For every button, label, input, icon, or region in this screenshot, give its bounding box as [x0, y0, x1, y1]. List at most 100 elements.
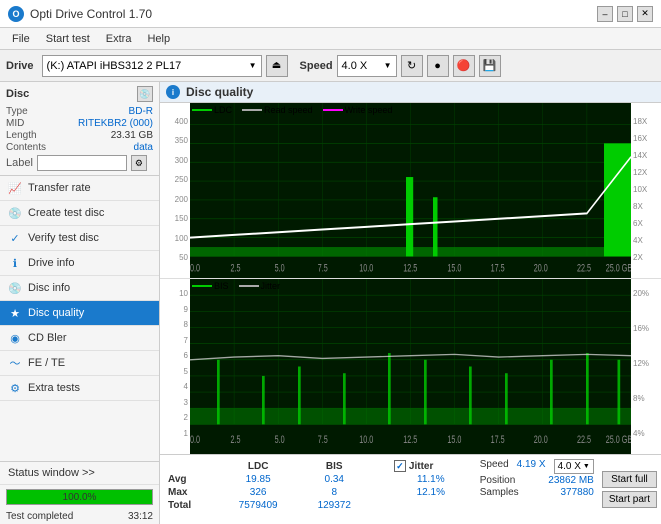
menu-start-test[interactable]: Start test [38, 31, 98, 47]
legend-jitter: Jitter [239, 281, 281, 291]
legend-write-speed: Write speed [323, 105, 393, 115]
disc-mid-label: MID [6, 118, 24, 129]
col-ldc-header: LDC [218, 459, 299, 473]
total-label: Total [164, 499, 218, 512]
y-label-6: 6 [160, 351, 188, 360]
sidebar-item-drive-info[interactable]: ℹ Drive info [0, 251, 159, 276]
y-label-5: 5 [160, 367, 188, 376]
speed-setting-value: 4.0 X [558, 461, 581, 472]
speed-label: Speed [300, 60, 333, 72]
y-label-300: 300 [160, 156, 188, 165]
svg-text:12.5: 12.5 [403, 434, 417, 446]
sidebar-item-disc-quality[interactable]: ★ Disc quality [0, 301, 159, 326]
avg-ldc: 19.85 [218, 473, 299, 486]
y-label-100: 100 [160, 234, 188, 243]
samples-value: 377880 [560, 487, 593, 498]
y-label-200: 200 [160, 195, 188, 204]
legend-bis: BIS [192, 281, 229, 291]
create-test-disc-icon: 💿 [8, 206, 22, 220]
sidebar-item-cd-bler[interactable]: ◉ CD Bler [0, 326, 159, 351]
legend-ldc-color [192, 109, 212, 111]
sidebar: Disc 💿 Type BD-R MID RITEKBR2 (000) Leng… [0, 82, 160, 524]
refresh-button[interactable]: ↻ [401, 55, 423, 77]
legend-read-speed-label: Read speed [264, 105, 313, 115]
start-part-button[interactable]: Start part [602, 491, 657, 508]
y-label-4x: 4X [633, 236, 661, 245]
maximize-button[interactable]: □ [617, 6, 633, 22]
svg-text:5.0: 5.0 [275, 434, 285, 446]
svg-text:25.0 GB: 25.0 GB [606, 262, 631, 274]
drive-toolbar: Drive (K:) ATAPI iHBS312 2 PL17 ▼ ⏏ Spee… [0, 50, 661, 82]
toolbar-btn-3[interactable]: 🔴 [453, 55, 475, 77]
sidebar-item-disc-info[interactable]: 💿 Disc info [0, 276, 159, 301]
minimize-button[interactable]: – [597, 6, 613, 22]
close-button[interactable]: ✕ [637, 6, 653, 22]
progress-bar-container: 100.0% [6, 489, 153, 505]
stats-max-row: Max 326 8 12.1% [164, 486, 472, 499]
start-full-button[interactable]: Start full [602, 471, 657, 488]
menu-bar: File Start test Extra Help [0, 28, 661, 50]
drive-select-arrow-icon: ▼ [249, 61, 257, 70]
status-time: 33:12 [128, 511, 153, 522]
drive-select[interactable]: (K:) ATAPI iHBS312 2 PL17 ▼ [42, 55, 262, 77]
max-ldc: 326 [218, 486, 299, 499]
y-label-2: 2 [160, 413, 188, 422]
extra-tests-icon: ⚙ [8, 381, 22, 395]
save-button[interactable]: 💾 [479, 55, 501, 77]
svg-text:0.0: 0.0 [190, 434, 200, 446]
y-label-10x: 10X [633, 185, 661, 194]
bis-chart-svg: 0.0 2.5 5.0 7.5 10.0 12.5 15.0 17.5 20.0… [190, 279, 631, 454]
cd-bler-icon: ◉ [8, 331, 22, 345]
progress-text: 100.0% [7, 490, 152, 506]
top-chart-legend: LDC Read speed Write speed [192, 105, 392, 115]
menu-file[interactable]: File [4, 31, 38, 47]
svg-text:20.0: 20.0 [534, 434, 548, 446]
chart-header-icon: i [166, 85, 180, 99]
speed-select[interactable]: 4.0 X ▼ [337, 55, 397, 77]
speed-info-speed-value: 4.19 X [517, 459, 546, 474]
disc-section-label: Disc [6, 88, 29, 100]
total-bis: 129372 [299, 499, 370, 512]
y-label-12pct: 12% [633, 359, 661, 368]
legend-ldc-label: LDC [214, 105, 232, 115]
sidebar-item-transfer-rate[interactable]: 📈 Transfer rate [0, 176, 159, 201]
jitter-checkbox[interactable]: ✓ [394, 460, 406, 472]
app-icon: O [8, 6, 24, 22]
speed-setting-select[interactable]: 4.0 X ▼ [554, 459, 594, 474]
speed-info: Speed 4.19 X 4.0 X ▼ Position 23862 MB S… [476, 455, 598, 524]
sidebar-item-create-test-disc[interactable]: 💿 Create test disc [0, 201, 159, 226]
legend-read-speed: Read speed [242, 105, 313, 115]
svg-text:5.0: 5.0 [275, 262, 285, 274]
jitter-checkbox-row: ✓ Jitter [394, 460, 468, 472]
status-window-button[interactable]: Status window >> [0, 462, 159, 485]
disc-icon-button[interactable]: 💿 [137, 86, 153, 102]
y-label-10: 10 [160, 289, 188, 298]
disc-panel: Disc 💿 Type BD-R MID RITEKBR2 (000) Leng… [0, 82, 159, 176]
completed-label: Test completed [6, 511, 73, 522]
y-label-14x: 14X [633, 151, 661, 160]
svg-text:2.5: 2.5 [231, 434, 241, 446]
disc-info-icon: 💿 [8, 281, 22, 295]
toolbar-btn-2[interactable]: ● [427, 55, 449, 77]
y-label-8pct: 8% [633, 394, 661, 403]
y-label-16pct: 16% [633, 324, 661, 333]
sidebar-item-fe-te[interactable]: 〜 FE / TE [0, 351, 159, 376]
eject-button[interactable]: ⏏ [266, 55, 288, 77]
transfer-rate-icon: 📈 [8, 181, 22, 195]
y-label-4: 4 [160, 382, 188, 391]
window-controls: – □ ✕ [597, 6, 653, 22]
y-label-6x: 6X [633, 219, 661, 228]
sidebar-item-verify-test-disc[interactable]: ✓ Verify test disc [0, 226, 159, 251]
y-label-250: 250 [160, 175, 188, 184]
status-section: Status window >> 100.0% Test completed 3… [0, 461, 159, 524]
y-label-1: 1 [160, 429, 188, 438]
disc-label-button[interactable]: ⚙ [131, 155, 147, 171]
y-label-4pct: 4% [633, 429, 661, 438]
disc-label-label: Label [6, 157, 33, 169]
sidebar-item-extra-tests[interactable]: ⚙ Extra tests [0, 376, 159, 401]
svg-text:15.0: 15.0 [447, 262, 461, 274]
menu-extra[interactable]: Extra [98, 31, 140, 47]
speed-select-value: 4.0 X [342, 60, 368, 72]
menu-help[interactable]: Help [139, 31, 178, 47]
disc-label-input[interactable] [37, 155, 127, 171]
